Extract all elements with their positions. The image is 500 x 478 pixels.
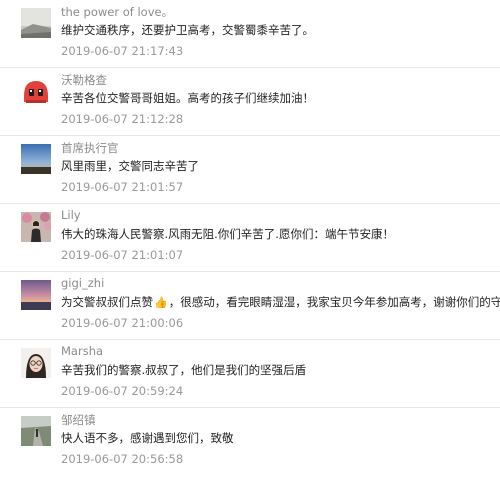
comment-text-part: ，很感动，看完眼睛湿湿，我家宝贝今年参加高考，谢谢你们的守护！ — [168, 295, 500, 309]
comment-text: 维护交通秩序，还要护卫高考，交警蜀黍辛苦了。 — [61, 23, 314, 37]
landscape-photo-icon — [21, 8, 51, 38]
red-cartoon-face-icon — [21, 76, 51, 106]
person-on-road-photo-icon — [21, 416, 51, 446]
comment-item: 首席执行官 风里雨里，交警同志辛苦了 2019-06-07 21:01:57 — [0, 136, 500, 204]
avatar[interactable] — [21, 348, 51, 378]
comment-text: 快人语不多，感谢遇到您们，致敬 — [61, 431, 234, 445]
avatar[interactable] — [21, 280, 51, 310]
comment-item: the power of love。 维护交通秩序，还要护卫高考，交警蜀黍辛苦了… — [0, 0, 500, 68]
comment-item: gigi_zhi 为交警叔叔们点赞👍，很感动，看完眼睛湿湿，我家宝贝今年参加高考… — [0, 272, 500, 340]
comment-author[interactable]: 沃勒格查 — [61, 72, 107, 88]
girl-with-flowers-photo-icon — [21, 212, 51, 242]
sky-horizon-photo-icon — [21, 144, 51, 174]
avatar[interactable] — [21, 76, 51, 106]
comment-item: Marsha 辛苦我们的警察.叔叔了，他们是我们的坚强后盾 2019-06-07… — [0, 340, 500, 408]
comment-item: 邹绍镇 快人语不多，感谢遇到您们，致敬 2019-06-07 20:56:58 — [0, 408, 500, 476]
comment-time: 2019-06-07 21:17:43 — [61, 44, 184, 58]
comment-item: Lily 伟大的珠海人民警察.风雨无阻.你们辛苦了.愿你们：端午节安康！ 201… — [0, 204, 500, 272]
comment-time: 2019-06-07 21:01:07 — [61, 248, 184, 262]
comment-text: 辛苦我们的警察.叔叔了，他们是我们的坚强后盾 — [61, 363, 307, 377]
comment-text-part: 为交警叔叔们点赞 — [61, 295, 153, 309]
comment-author[interactable]: the power of love。 — [61, 4, 173, 20]
thumbs-up-icon: 👍 — [154, 296, 168, 309]
comment-time: 2019-06-07 21:00:06 — [61, 316, 184, 330]
comment-text: 风里雨里，交警同志辛苦了 — [61, 159, 199, 173]
comment-time: 2019-06-07 20:59:24 — [61, 384, 184, 398]
comment-item: 沃勒格查 辛苦各位交警哥哥姐姐。高考的孩子们继续加油！ 2019-06-07 2… — [0, 68, 500, 136]
comment-time: 2019-06-07 21:01:57 — [61, 180, 184, 194]
comment-time: 2019-06-07 20:56:58 — [61, 452, 184, 466]
woman-with-glasses-photo-icon — [21, 348, 51, 378]
comment-time: 2019-06-07 21:12:28 — [61, 112, 184, 126]
comment-author[interactable]: 首席执行官 — [61, 140, 119, 156]
comment-author[interactable]: gigi_zhi — [61, 276, 104, 290]
sunset-photo-icon — [21, 280, 51, 310]
comment-author[interactable]: Marsha — [61, 344, 103, 358]
avatar[interactable] — [21, 212, 51, 242]
avatar[interactable] — [21, 8, 51, 38]
avatar[interactable] — [21, 144, 51, 174]
comment-list: the power of love。 维护交通秩序，还要护卫高考，交警蜀黍辛苦了… — [0, 0, 500, 478]
comment-text: 为交警叔叔们点赞👍，很感动，看完眼睛湿湿，我家宝贝今年参加高考，谢谢你们的守护！ — [61, 294, 500, 310]
comment-author[interactable]: Lily — [61, 208, 81, 222]
comment-author[interactable]: 邹绍镇 — [61, 412, 96, 428]
comment-text: 辛苦各位交警哥哥姐姐。高考的孩子们继续加油！ — [61, 91, 314, 105]
comment-text: 伟大的珠海人民警察.风雨无阻.你们辛苦了.愿你们：端午节安康！ — [61, 227, 394, 241]
avatar[interactable] — [21, 416, 51, 446]
